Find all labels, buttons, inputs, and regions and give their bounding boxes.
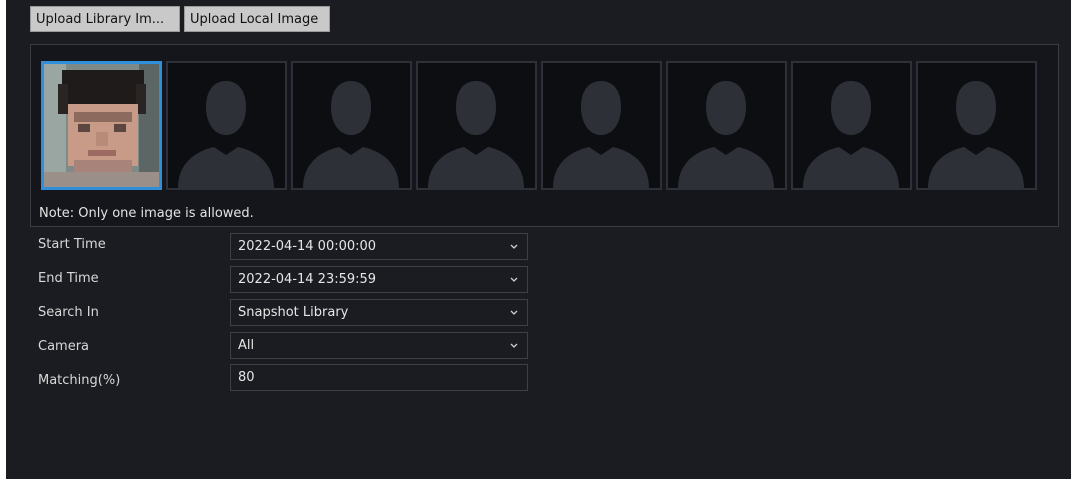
person-silhouette-icon xyxy=(928,81,1024,188)
camera-value: All xyxy=(238,338,255,353)
face-thumbnail xyxy=(44,64,159,187)
chevron-down-icon xyxy=(510,343,518,348)
chevron-down-icon xyxy=(510,277,518,282)
face-search-panel: Upload Library Im... Upload Local Image xyxy=(6,0,1071,479)
end-time-label: End Time xyxy=(38,271,99,286)
face-image-slot-selected[interactable] xyxy=(41,61,162,190)
person-silhouette-icon xyxy=(553,81,649,188)
camera-select[interactable]: All xyxy=(230,332,528,359)
face-image-gallery: Note: Only one image is allowed. xyxy=(30,44,1059,227)
matching-input[interactable]: 80 xyxy=(230,364,528,391)
face-image-slot-empty[interactable] xyxy=(666,61,787,190)
person-silhouette-icon xyxy=(678,81,774,188)
face-image-slot-empty[interactable] xyxy=(916,61,1037,190)
person-silhouette-icon xyxy=(803,81,899,188)
end-time-select[interactable]: 2022-04-14 23:59:59 xyxy=(230,266,528,293)
chevron-down-icon xyxy=(510,310,518,315)
person-silhouette-icon xyxy=(178,81,274,188)
person-silhouette-icon xyxy=(303,81,399,188)
face-image-slot-empty[interactable] xyxy=(416,61,537,190)
face-image-slot-empty[interactable] xyxy=(791,61,912,190)
camera-label: Camera xyxy=(38,339,90,354)
start-time-select[interactable]: 2022-04-14 00:00:00 xyxy=(230,233,528,260)
upload-local-image-button[interactable]: Upload Local Image xyxy=(184,6,330,32)
upload-library-image-button[interactable]: Upload Library Im... xyxy=(30,6,180,32)
start-time-value: 2022-04-14 00:00:00 xyxy=(238,239,377,254)
gallery-note: Note: Only one image is allowed. xyxy=(39,206,254,221)
face-image-slot-empty[interactable] xyxy=(166,61,287,190)
search-in-label: Search In xyxy=(38,305,99,320)
face-image-slot-empty[interactable] xyxy=(291,61,412,190)
chevron-down-icon xyxy=(510,244,518,249)
start-time-label: Start Time xyxy=(38,237,106,252)
matching-value: 80 xyxy=(238,370,255,385)
person-silhouette-icon xyxy=(428,81,524,188)
matching-label: Matching(%) xyxy=(38,373,121,388)
search-in-value: Snapshot Library xyxy=(238,305,349,320)
search-in-select[interactable]: Snapshot Library xyxy=(230,299,528,326)
face-image-slot-empty[interactable] xyxy=(541,61,662,190)
end-time-value: 2022-04-14 23:59:59 xyxy=(238,272,377,287)
